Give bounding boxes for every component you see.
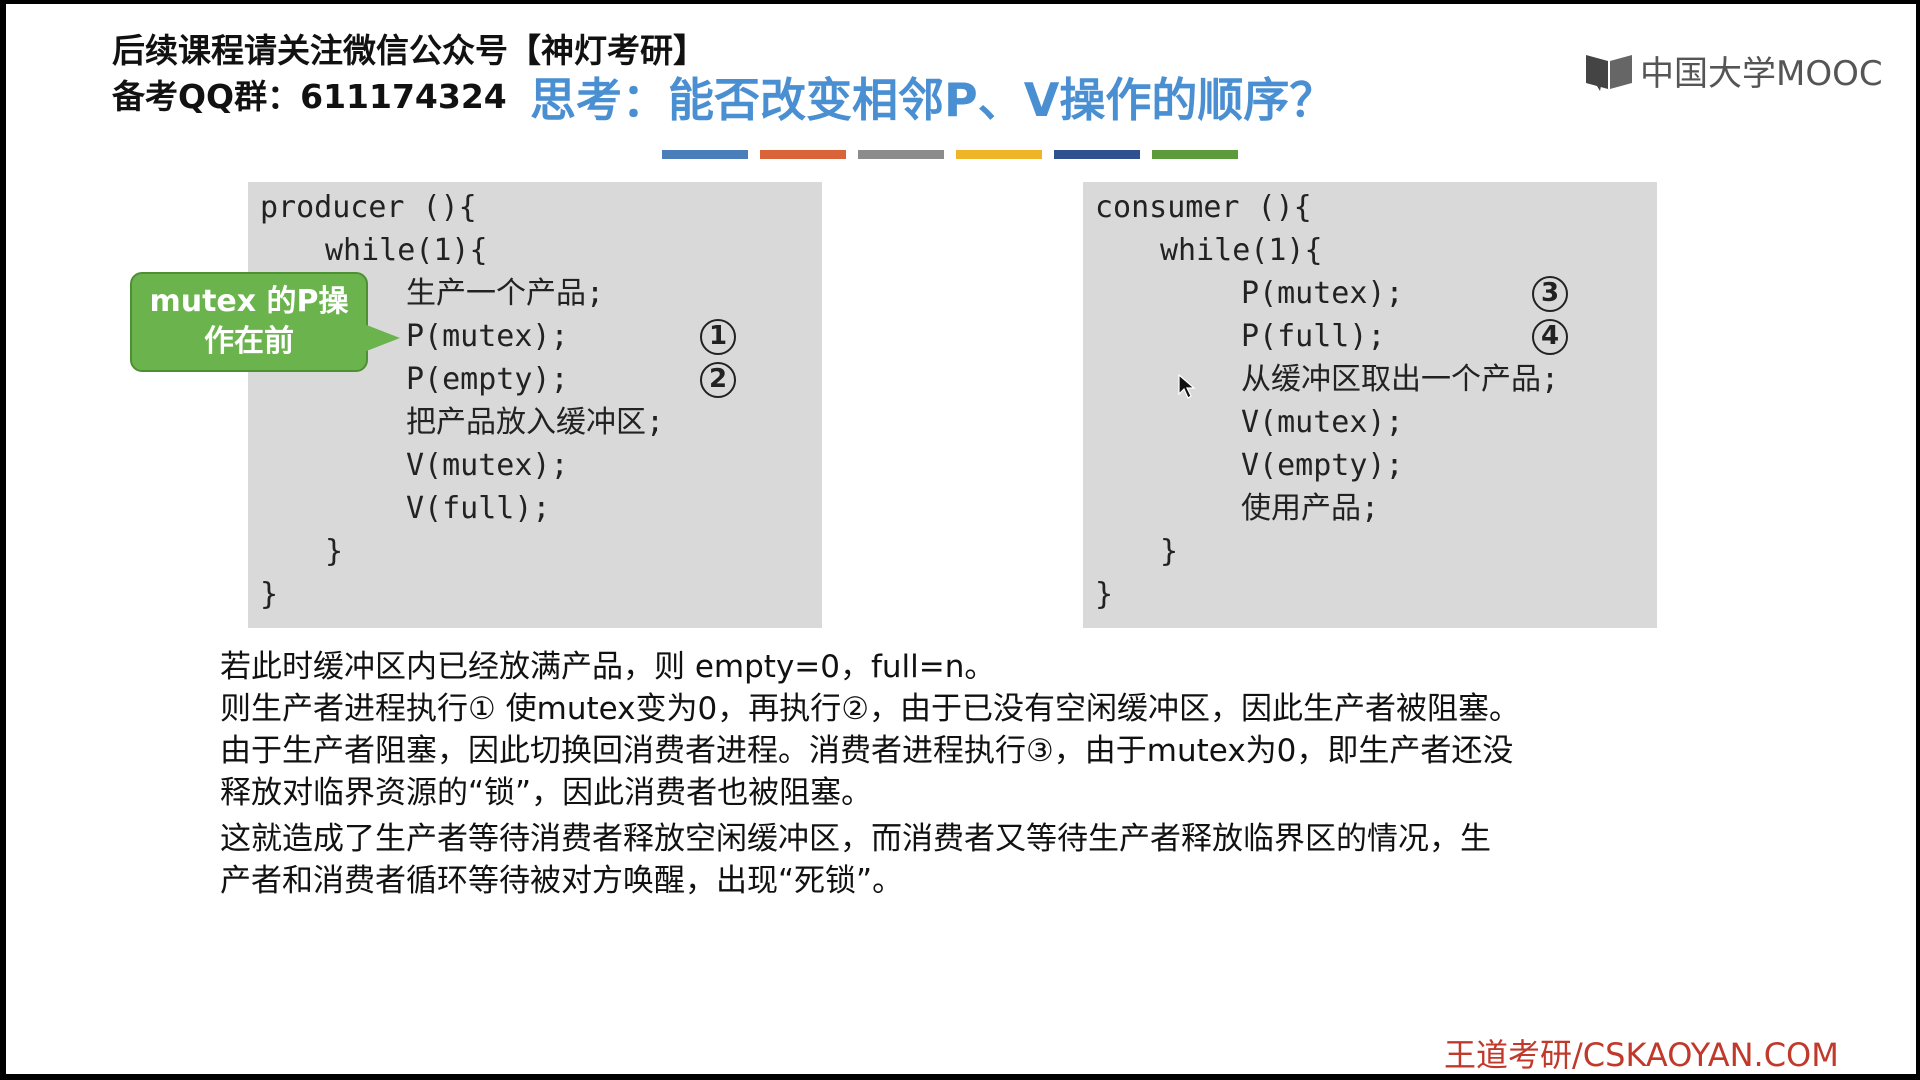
code-line: P(mutex); <box>1241 276 1404 311</box>
code-line: while(1){ <box>325 233 488 268</box>
mooc-logo: 中国大学MOOC <box>1584 46 1883 95</box>
code-line: while(1){ <box>1160 233 1323 268</box>
code-line: V(full); <box>406 491 551 526</box>
code-line: V(empty); <box>1241 448 1404 483</box>
code-line: P(full); <box>1241 319 1386 354</box>
color-bar-segment <box>662 150 748 159</box>
explanation-text: 若此时缓冲区内已经放满产品，则 empty=0，full=n。 则生产者进程执行… <box>220 646 1720 902</box>
header-qq-group: 备考QQ群：611174324 <box>112 77 507 116</box>
mouse-cursor-icon <box>1178 374 1196 399</box>
code-line: 从缓冲区取出一个产品; <box>1241 362 1560 397</box>
step-marker-4: 4 <box>1532 319 1568 355</box>
mooc-book-icon <box>1586 54 1632 91</box>
producer-code-panel: producer (){ while(1){ 生产一个产品; P(mutex);… <box>248 182 822 628</box>
explanation-paragraph: 这就造成了生产者等待消费者释放空闲缓冲区，而消费者又等待生产者释放临界区的情况，… <box>220 821 1491 857</box>
callout-pointer <box>364 324 400 352</box>
code-line: P(mutex); <box>406 319 569 354</box>
code-line: P(empty); <box>406 362 569 397</box>
color-bar-segment <box>956 150 1042 159</box>
code-line: } <box>1095 577 1114 612</box>
step-marker-2: 2 <box>700 362 736 398</box>
explanation-paragraph: 则生产者进程执行① 使mutex变为0，再执行②，由于已没有空闲缓冲区，因此生产… <box>220 691 1521 727</box>
color-bar <box>662 150 1238 159</box>
logo-text: 中国大学MOOC <box>1640 54 1883 94</box>
code-line: } <box>260 577 279 612</box>
callout-line: 作在前 <box>204 324 294 359</box>
footer-brand: 王道考研/CSKAOYAN.COM <box>1444 1036 1839 1074</box>
callout-mutex-p-first: mutex 的P操 作在前 <box>130 272 368 372</box>
code-line: 使用产品; <box>1241 491 1380 526</box>
consumer-code-panel: consumer (){ while(1){ P(mutex); P(full)… <box>1083 182 1657 628</box>
code-line: V(mutex); <box>406 448 569 483</box>
explanation-paragraph: 产者和消费者循环等待被对方唤醒，出现“死锁”。 <box>220 863 904 899</box>
callout-line: mutex 的P操 <box>149 284 349 319</box>
explanation-paragraph: 由于生产者阻塞，因此切换回消费者进程。消费者进程执行③，由于mutex为0，即生… <box>220 733 1514 769</box>
color-bar-segment <box>760 150 846 159</box>
slide: 后续课程请关注微信公众号【神灯考研】 备考QQ群：611174324 思考：能否… <box>6 4 1916 1074</box>
code-line: } <box>1160 534 1179 569</box>
code-line: V(mutex); <box>1241 405 1404 440</box>
code-line: } <box>325 534 344 569</box>
slide-title: 思考：能否改变相邻P、V操作的顺序？ <box>530 73 1336 127</box>
header-notice: 后续课程请关注微信公众号【神灯考研】 <box>112 31 706 70</box>
explanation-paragraph: 释放对临界资源的“锁”，因此消费者也被阻塞。 <box>220 775 873 811</box>
color-bar-segment <box>1054 150 1140 159</box>
code-line: 生产一个产品; <box>406 276 605 311</box>
step-marker-1: 1 <box>700 319 736 355</box>
color-bar-segment <box>858 150 944 159</box>
step-marker-3: 3 <box>1532 276 1568 312</box>
color-bar-segment <box>1152 150 1238 159</box>
code-line: producer (){ <box>260 190 477 225</box>
explanation-paragraph: 若此时缓冲区内已经放满产品，则 empty=0，full=n。 <box>220 649 996 685</box>
code-line: consumer (){ <box>1095 190 1312 225</box>
code-line: 把产品放入缓冲区; <box>406 405 665 440</box>
